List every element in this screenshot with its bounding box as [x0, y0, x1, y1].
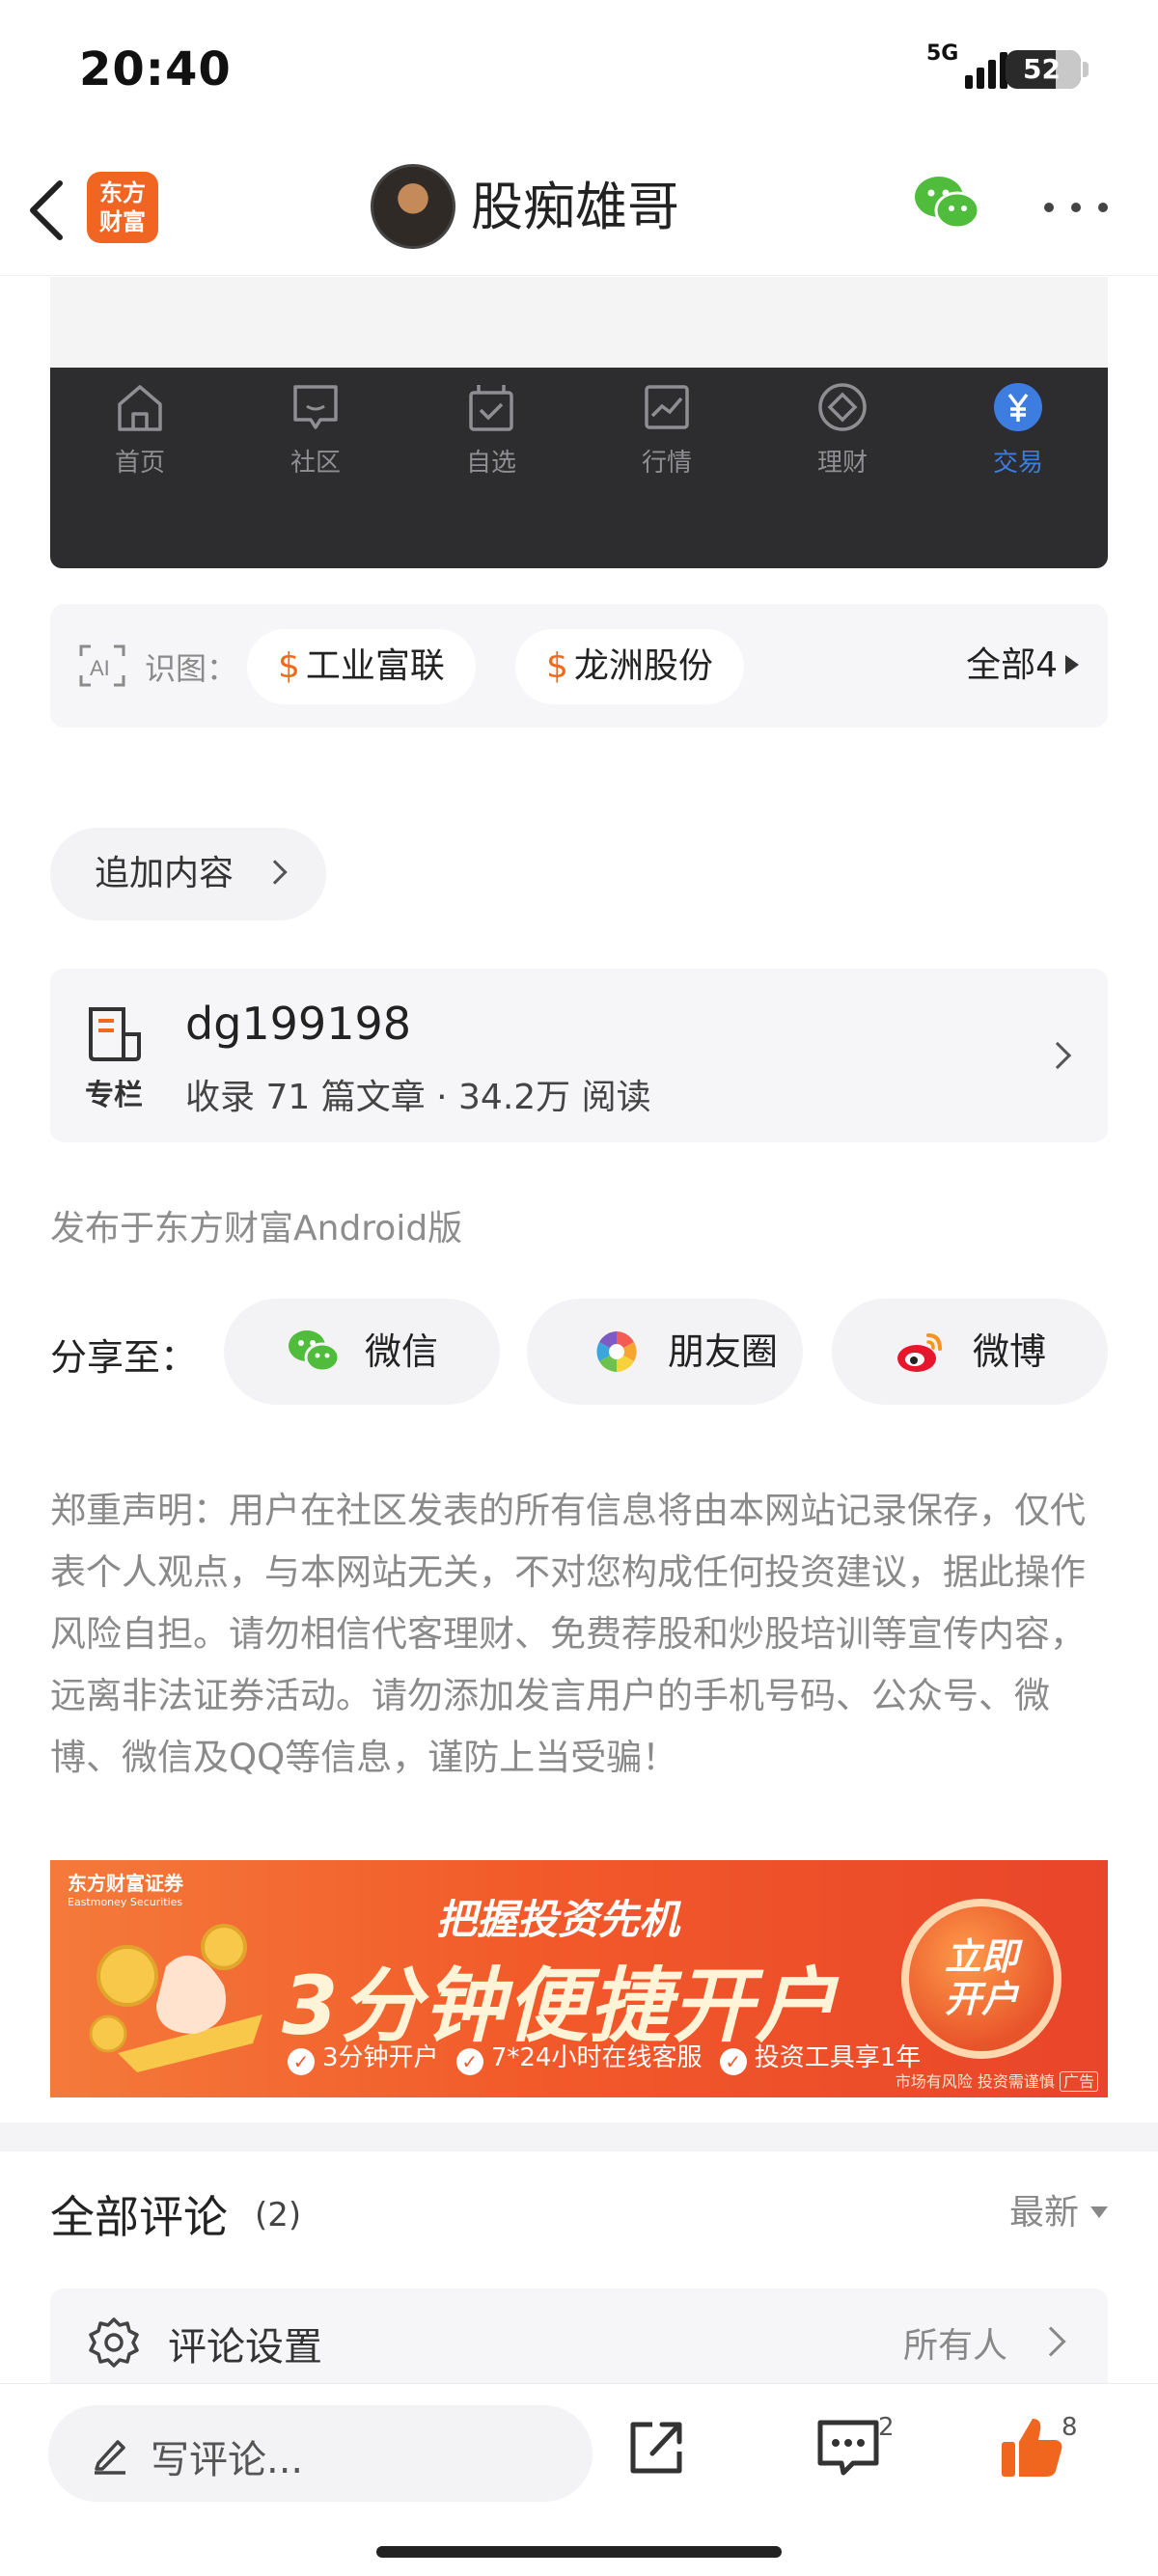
- wechat-icon: [289, 1330, 340, 1373]
- status-bar: 20:40 5G 52: [0, 0, 1158, 135]
- embedded-tab-watchlist: 自选: [438, 379, 544, 479]
- chevron-right-icon: [1043, 1041, 1072, 1070]
- banner-points: ✓ 3分钟开户 ✓ 7*24小时在线客服 ✓ 投资工具享1年: [278, 2038, 921, 2075]
- chevron-left-icon[interactable]: [19, 174, 77, 247]
- wechat-icon[interactable]: [913, 174, 980, 233]
- caret-right-icon: [1065, 655, 1079, 674]
- coins-hand-illustration: [89, 1924, 262, 2072]
- disclaimer-text: 郑重声明：用户在社区发表的所有信息将由本网站记录保存，仅代表个人观点，与本网站无…: [50, 1490, 1086, 1778]
- dollar-icon: $: [546, 646, 568, 686]
- comment-icon[interactable]: [814, 2413, 882, 2480]
- stocks-label: 识图：: [145, 650, 238, 687]
- home-icon: [118, 385, 162, 431]
- sort-dropdown[interactable]: 最新: [1009, 2184, 1108, 2234]
- banner-brand: 东方财富证券 Eastmoney Securities: [68, 1872, 183, 1908]
- ad-tag: 广告: [1059, 2071, 1098, 2092]
- more-icon[interactable]: [1044, 193, 1108, 222]
- comment-settings-label: 评论设置: [168, 2325, 322, 2370]
- battery-tip: [1083, 62, 1089, 77]
- published-source: 发布于东方财富Android版: [50, 1209, 463, 1248]
- column-name: dg199198: [185, 998, 411, 1050]
- chat-icon: [293, 385, 338, 429]
- gear-icon: [89, 2317, 139, 2368]
- home-indicator: [376, 2546, 782, 2558]
- banner-risk-note: 市场有风险 投资需谨慎 广告: [896, 2069, 1098, 2092]
- page-title: 股痴雄哥: [471, 177, 679, 237]
- comments-title: 全部评论: [50, 2191, 228, 2243]
- ai-scan-icon: AI: [79, 644, 125, 687]
- add-content-label: 追加内容: [95, 854, 234, 893]
- like-count-badge: 8: [1062, 2413, 1078, 2442]
- embedded-tab-market: 行情: [614, 379, 720, 479]
- caret-down-icon: [1090, 2206, 1108, 2218]
- stock-name: 工业富联: [305, 646, 445, 686]
- checklist-icon: [469, 385, 513, 431]
- dollar-icon: $: [278, 646, 300, 686]
- share-weibo-button[interactable]: 微博: [832, 1299, 1108, 1405]
- open-account-button[interactable]: 立即 开户: [901, 1899, 1062, 2059]
- column-icon: [89, 1007, 141, 1061]
- section-divider: [0, 2123, 1158, 2151]
- stock-name: 龙洲股份: [573, 646, 713, 686]
- embedded-tab-home: 首页: [87, 379, 193, 479]
- check-icon: ✓: [719, 2048, 747, 2075]
- comments-count: (2): [255, 2196, 302, 2234]
- svg-text:AI: AI: [90, 656, 110, 680]
- embedded-tab-wealth: 理财: [789, 379, 896, 479]
- app-logo[interactable]: 东方 财富: [87, 172, 158, 243]
- chevron-right-icon: [1035, 2326, 1066, 2357]
- moments-icon: [596, 1331, 637, 1372]
- chart-icon: [645, 385, 689, 429]
- thumbs-up-icon[interactable]: [998, 2413, 1065, 2480]
- all-stocks-label: 全部4: [966, 645, 1058, 685]
- check-icon: ✓: [288, 2048, 315, 2075]
- embedded-image-tabbar[interactable]: 首页 社区 自选 行情 理财 交易: [50, 368, 1108, 568]
- bottom-toolbar: 写评论... 2 8: [0, 2383, 1158, 2576]
- all-stocks-button[interactable]: 全部4: [966, 641, 1079, 691]
- share-label: 分享至：: [50, 1336, 198, 1379]
- embedded-tab-community: 社区: [262, 379, 369, 479]
- embedded-image-top: [50, 277, 1108, 368]
- ad-banner[interactable]: 东方财富证券 Eastmoney Securities 把握投资先机 3分钟便捷开…: [50, 1860, 1108, 2097]
- share-weibo-label: 微博: [973, 1330, 1047, 1373]
- diamond-icon: [818, 383, 867, 431]
- write-comment-placeholder: 写评论...: [151, 2438, 304, 2482]
- avatar[interactable]: [371, 164, 455, 249]
- stock-chip-1[interactable]: $ 工业富联: [247, 629, 476, 704]
- status-time: 20:40: [79, 42, 232, 96]
- banner-subtitle: 把握投资先机: [436, 1896, 680, 1943]
- battery-icon: 52: [1006, 50, 1081, 89]
- column-meta: 收录 71 篇文章 · 34.2万 阅读: [185, 1078, 651, 1117]
- network-type: 5G: [926, 41, 959, 66]
- chevron-right-icon: [262, 860, 288, 885]
- write-comment-input[interactable]: 写评论...: [48, 2405, 593, 2502]
- battery-level: 52: [1023, 53, 1061, 85]
- add-content-button[interactable]: 追加内容: [50, 828, 326, 920]
- embedded-tab-trade: 交易: [965, 379, 1071, 479]
- column-card[interactable]: 专栏 dg199198 收录 71 篇文章 · 34.2万 阅读: [50, 969, 1108, 1142]
- column-icon-label: 专栏: [85, 1079, 143, 1112]
- share-wechat-button[interactable]: 微信: [224, 1299, 500, 1405]
- nav-header: 东方 财富 股痴雄哥: [0, 145, 1158, 276]
- yen-icon: [994, 383, 1042, 431]
- stock-chip-2[interactable]: $ 龙洲股份: [515, 629, 744, 704]
- share-moments-button[interactable]: 朋友圈: [527, 1299, 803, 1405]
- share-moments-label: 朋友圈: [668, 1330, 779, 1373]
- check-icon: ✓: [455, 2048, 483, 2075]
- comment-settings-value: 所有人: [902, 2326, 1007, 2366]
- recognized-stocks: AI 识图： $ 工业富联 $ 龙洲股份 全部4: [50, 604, 1108, 727]
- pen-icon: [95, 2440, 125, 2475]
- share-out-icon[interactable]: [623, 2413, 691, 2480]
- weibo-icon: [897, 1333, 942, 1372]
- comment-count-badge: 2: [878, 2413, 895, 2442]
- share-wechat-label: 微信: [365, 1330, 439, 1373]
- comment-settings-row[interactable]: 评论设置 所有人: [50, 2288, 1108, 2395]
